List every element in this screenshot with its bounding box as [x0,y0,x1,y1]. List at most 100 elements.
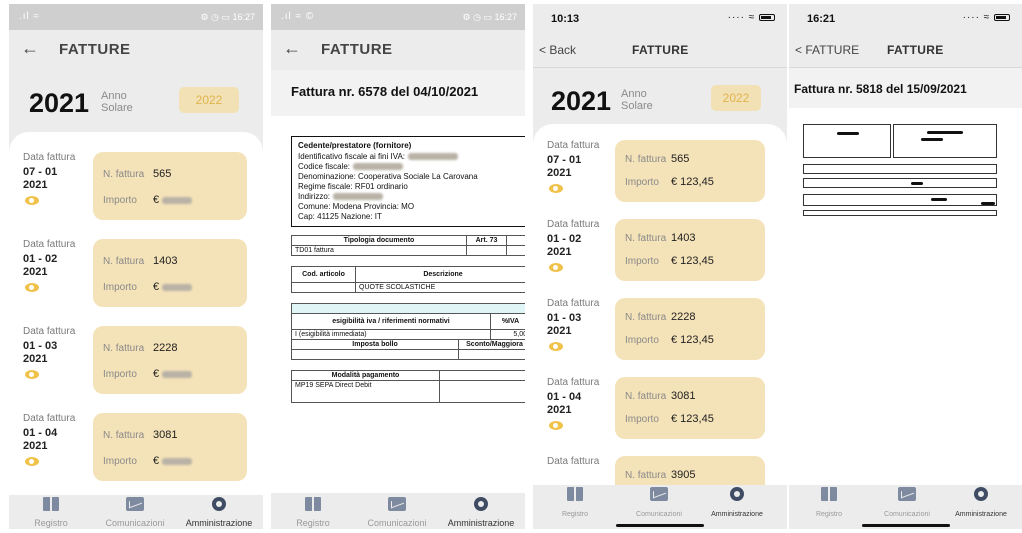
number-label: N. fattura [103,169,145,180]
invoice-card[interactable]: N. fattura 1403 Importo € 123,45 [615,219,765,281]
invoice-item[interactable]: Data fattura 01 - 03 2021 N. fattura 2228… [533,298,787,377]
cedente-heading: Cedente/prestatore (fornitore) [298,141,412,150]
invoice-card[interactable]: N. fattura 1403 Importo € [93,239,247,307]
invoice-item[interactable]: Data fattura 01 - 03 2021 N. fattura 2228… [9,326,263,413]
invoice-card[interactable]: N. fattura 3081 Importo € 123,45 [615,377,765,439]
clock: 16:21 [807,13,836,25]
tab-registro[interactable]: Registro [789,487,869,521]
signal-wifi-icons: .ıl ≈ [19,11,41,22]
invoice-date: 01 - 02 2021 [23,253,58,278]
amount-label: Importo [103,456,137,467]
amount-label: Importo [625,414,659,425]
year-caption: Anno Solare [621,88,653,112]
back-button[interactable]: < Back [539,43,576,57]
invoice-date: 07 - 01 2021 [547,154,582,179]
number-label: N. fattura [625,154,667,165]
eye-icon[interactable] [549,421,563,430]
status-bar: .ıl ≈ ⚙ ◷ ▭ 16:27 [9,4,263,30]
invoice-item[interactable]: Data fattura 01 - 04 2021 N. fattura 3081… [533,377,787,456]
tab-comunicazioni[interactable]: Comunicazioni [357,497,437,529]
signal-wifi-icons: .ıl ≈ © [281,11,315,22]
eye-icon[interactable] [549,342,563,351]
tab-amministrazione[interactable]: Amministrazione [941,487,1021,521]
invoice-number: 3081 [671,390,696,402]
tab-comunicazioni[interactable]: Comunicazioni [619,487,699,521]
year-2022-button[interactable]: 2022 [711,85,761,111]
eye-icon[interactable] [25,370,39,379]
invoice-number: 2228 [671,311,696,323]
back-button[interactable]: < FATTURE [795,43,859,57]
date-label: Data fattura [547,298,600,309]
back-arrow-icon[interactable]: ← [21,38,39,59]
status-right: ⚙ ◷ ▭ 16:27 [462,12,517,22]
number-label: N. fattura [625,391,667,402]
eye-icon[interactable] [25,457,39,466]
date-label: Data fattura [547,140,600,151]
clock: 10:13 [551,13,580,25]
number-label: N. fattura [103,343,145,354]
invoice-item[interactable]: Data fattura 01 - 02 2021 N. fattura 1403… [533,219,787,298]
page-title: FATTURE [59,41,131,58]
amount-label: Importo [103,195,137,206]
amount-label: Importo [625,256,659,267]
invoice-item[interactable]: Data fattura 07 - 01 2021 N. fattura 565 … [9,152,263,239]
page-title: FATTURE [632,43,689,57]
invoice-item[interactable]: Data fattura 01 - 02 2021 N. fattura 1403… [9,239,263,326]
bottom-tab-bar: Registro Comunicazioni Amministrazione [789,485,1022,529]
book-icon [821,487,837,501]
bottom-tab-bar: Registro Comunicazioni Amministrazione [9,495,263,529]
invoice-title: Fattura nr. 5818 del 15/09/2021 [789,68,1022,108]
date-label: Data fattura [23,413,76,424]
phone-ios-invoice-detail: 16:21 ···· ≈ < FATTURE FATTURE Fattura n… [789,4,1022,529]
invoice-card[interactable]: N. fattura 3081 Importo € [93,413,247,481]
invoice-item[interactable]: Data fattura 01 - 04 2021 N. fattura 3081… [9,413,263,499]
tab-comunicazioni[interactable]: Comunicazioni [95,497,175,529]
doc-line: Identificativo fiscale ai fini IVA: [298,152,524,162]
year-2022-button[interactable]: 2022 [179,87,239,113]
invoice-document[interactable] [789,108,1022,485]
invoice-card[interactable]: N. fattura 565 Importo € 123,45 [615,140,765,202]
phone-android-invoice-detail: .ıl ≈ © ⚙ ◷ ▭ 16:27 ← FATTURE Fattura nr… [271,4,525,529]
eye-icon[interactable] [549,263,563,272]
tab-registro[interactable]: Registro [273,497,353,529]
tab-registro[interactable]: Registro [11,497,91,529]
status-right: ···· ≈ [728,12,775,23]
tab-amministrazione[interactable]: Amministrazione [179,497,259,529]
amount-label: Importo [103,369,137,380]
invoice-card[interactable]: N. fattura 565 Importo € [93,152,247,220]
eye-icon[interactable] [25,196,39,205]
invoice-thumbnail [803,124,999,228]
tab-registro[interactable]: Registro [535,487,615,521]
doc-line: Denominazione: Cooperativa Sociale La Ca… [298,172,478,181]
invoice-document[interactable]: Cedente/prestatore (fornitore) Identific… [271,116,525,493]
doc-line: Codice fiscale: [298,162,524,172]
tab-amministrazione[interactable]: Amministrazione [697,487,777,521]
bottom-tab-bar: Registro Comunicazioni Amministrazione [533,485,787,529]
screenshot-collage: .ıl ≈ ⚙ ◷ ▭ 16:27 ← FATTURE 2021 Anno Sol… [0,0,1022,533]
eye-icon[interactable] [549,184,563,193]
back-arrow-icon[interactable]: ← [283,38,301,59]
date-label: Data fattura [23,152,76,163]
number-label: N. fattura [625,233,667,244]
invoice-card[interactable]: N. fattura 2228 Importo € [93,326,247,394]
home-indicator[interactable] [861,524,950,527]
tab-amministrazione[interactable]: Amministrazione [441,497,521,529]
tab-comunicazioni[interactable]: Comunicazioni [867,487,947,521]
invoice-amount: € [153,194,193,206]
mail-icon [126,497,144,511]
payment-table: Modalità pagamento MP19 SEPA Direct Debi… [291,370,525,403]
page-title: FATTURE [887,43,944,57]
home-indicator[interactable] [616,524,704,527]
invoice-list: Data fattura 07 - 01 2021 N. fattura 565 … [9,132,263,499]
app-header: ← FATTURE [271,30,525,70]
invoice-item[interactable]: Data fattura 07 - 01 2021 N. fattura 565 … [533,140,787,219]
invoice-number: 565 [671,153,690,165]
invoice-card[interactable]: N. fattura 2228 Importo € 123,45 [615,298,765,360]
eye-icon[interactable] [25,283,39,292]
invoice-date: 01 - 04 2021 [547,391,582,416]
book-icon [305,497,321,511]
mail-icon [898,487,916,501]
status-bar: 16:21 ···· ≈ [789,4,1022,34]
gear-icon [974,487,988,501]
invoice-date: 01 - 04 2021 [23,427,58,452]
